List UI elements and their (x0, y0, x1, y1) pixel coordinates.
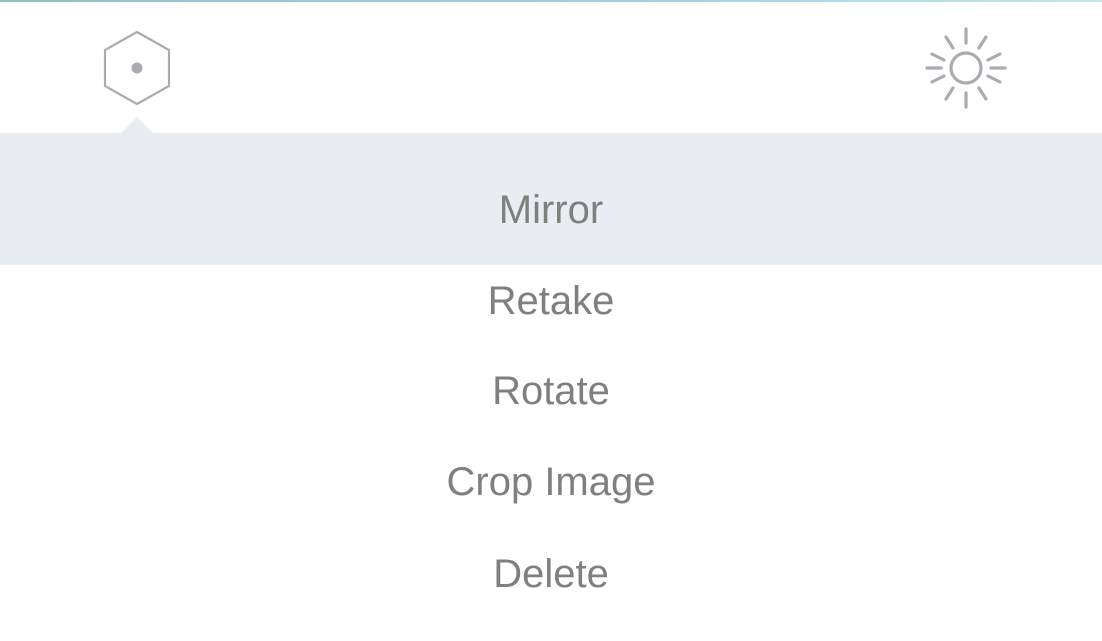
sun-brightness-icon (925, 27, 1007, 109)
menu-item-rotate[interactable]: Rotate (0, 355, 1102, 427)
toolbar (0, 2, 1102, 133)
menu-item-mirror[interactable]: Mirror (0, 133, 1102, 265)
menu-item-label: Rotate (492, 369, 610, 413)
menu-caret (121, 117, 153, 133)
menu-item-label: Retake (487, 279, 615, 323)
hexagon-dot-icon (103, 30, 171, 106)
brightness-button[interactable] (922, 26, 1010, 110)
menu-item-crop-image[interactable]: Crop Image (0, 446, 1102, 518)
menu-item-label: Mirror (498, 188, 604, 232)
hexagon-dot-button[interactable] (100, 28, 174, 108)
context-menu: Mirror Retake Rotate Crop Image Delete (0, 133, 1102, 641)
menu-item-label: Crop Image (446, 460, 656, 504)
menu-item-label: Delete (493, 552, 609, 596)
menu-screen: Mirror Retake Rotate Crop Image Delete (0, 0, 1102, 641)
menu-item-delete[interactable]: Delete (0, 538, 1102, 610)
menu-item-retake[interactable]: Retake (0, 265, 1102, 337)
